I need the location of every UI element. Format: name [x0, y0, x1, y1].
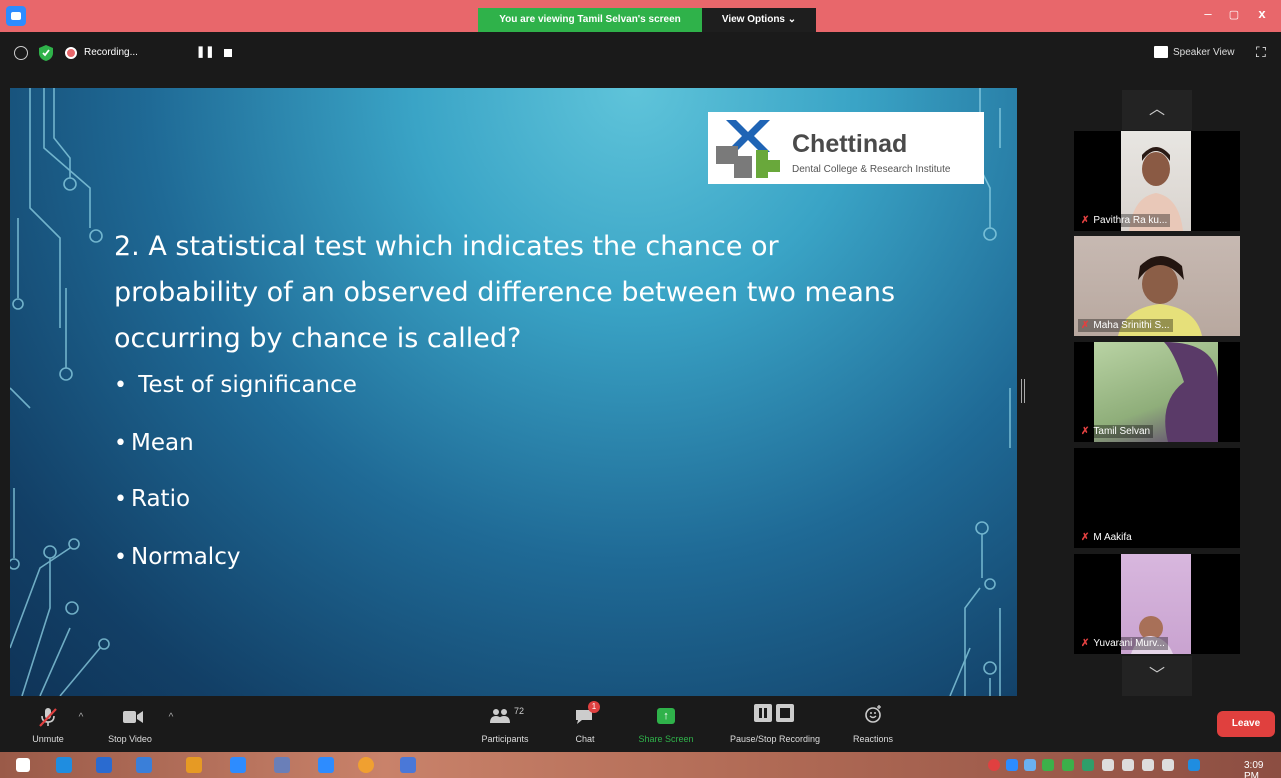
participant-tile[interactable]: ✗ Pavithra Ra ku... [1074, 131, 1240, 231]
folder-icon[interactable] [96, 757, 112, 773]
browser-icon[interactable] [56, 757, 72, 773]
chrome-icon[interactable] [358, 757, 374, 773]
store-icon[interactable] [136, 757, 152, 773]
app-icon-4[interactable] [400, 757, 416, 773]
share-arrow-icon: ↑ [657, 708, 675, 724]
scroll-up-button[interactable]: ︿ [1122, 90, 1192, 130]
pause-recording-icon[interactable]: ❚❚ [196, 45, 214, 58]
chat-badge: 1 [588, 701, 600, 713]
stop-video-label: Stop Video [108, 734, 152, 744]
speaker-view-icon[interactable] [1154, 46, 1168, 58]
pause-icon [754, 704, 772, 722]
option-item: • Ratio [114, 486, 191, 512]
video-camera-icon [123, 711, 143, 723]
participants-icon [490, 709, 510, 723]
tray-icon-3[interactable] [1024, 759, 1036, 771]
option-item: • Normalcy [114, 544, 241, 570]
recording-dot-icon [65, 47, 77, 59]
participant-name: ✗ Tamil Selvan [1078, 425, 1154, 438]
zoom-taskbar-icon[interactable] [318, 757, 334, 773]
pause-stop-recording-button[interactable]: Pause/Stop Recording [716, 696, 834, 752]
minimize-button[interactable]: – [1196, 6, 1220, 21]
logo-name: Chettinad [792, 130, 908, 158]
windows-taskbar: 3:09 PM [0, 752, 1281, 778]
chettinad-logo: Chettinad Dental College & Research Inst… [708, 112, 984, 184]
share-screen-button[interactable]: ↑ Share Screen [630, 696, 702, 752]
viewing-banner: You are viewing Tamil Selvan's screen [478, 8, 702, 32]
network-icon[interactable] [1162, 759, 1174, 771]
participants-button[interactable]: 72 Participants [476, 696, 534, 752]
volume-icon[interactable] [1122, 759, 1134, 771]
participant-tile[interactable]: ✗ M Aakifa [1074, 448, 1240, 548]
tray-icon-2[interactable] [1006, 759, 1018, 771]
notification-icon[interactable] [1188, 759, 1200, 771]
audio-options-caret[interactable]: ^ [76, 712, 86, 723]
participants-label: Participants [481, 734, 529, 744]
reactions-button[interactable]: Reactions [846, 696, 900, 752]
close-button[interactable]: x [1250, 6, 1274, 21]
scroll-down-button[interactable]: ﹀ [1122, 656, 1192, 696]
recording-status: Recording... [84, 47, 138, 58]
app-icon-2[interactable] [230, 757, 246, 773]
muted-mic-icon: ✗ [1081, 638, 1090, 649]
tray-icon-1[interactable] [988, 759, 1000, 771]
tray-icon-6[interactable] [1082, 759, 1094, 771]
participant-tile[interactable]: ✗ Tamil Selvan [1074, 342, 1240, 442]
app-icon-1[interactable] [186, 757, 202, 773]
zoom-app-icon [6, 6, 26, 26]
fullscreen-icon[interactable]: ⛶ [1256, 44, 1266, 61]
title-bar: You are viewing Tamil Selvan's screen Vi… [0, 0, 1281, 32]
muted-mic-icon: ✗ [1081, 320, 1090, 331]
panel-resize-handle[interactable] [1021, 379, 1025, 403]
participant-name: ✗ Yuvarani Murv... [1078, 637, 1168, 650]
stop-video-button[interactable]: Stop Video [102, 696, 158, 752]
participant-tile[interactable]: ✗ Maha Srinithi S... [1074, 236, 1240, 336]
taskbar-clock[interactable]: 3:09 PM [1244, 760, 1281, 778]
view-options-button[interactable]: View Options ⌄ [702, 8, 816, 32]
chat-button[interactable]: 1 Chat [566, 696, 604, 752]
option-item: • Mean [114, 430, 194, 456]
leave-button[interactable]: Leave [1217, 711, 1275, 737]
wifi-icon[interactable] [1142, 759, 1154, 771]
unmute-label: Unmute [32, 734, 64, 744]
unmute-button[interactable]: Unmute [26, 696, 70, 752]
meeting-top-bar: Recording... ❚❚ Speaker View ⛶ [0, 32, 1281, 78]
tray-icon-7[interactable] [1102, 759, 1114, 771]
muted-mic-icon: ✗ [1081, 215, 1090, 226]
share-screen-label: Share Screen [638, 734, 694, 744]
participant-tile[interactable]: ✗ Yuvarani Murv... [1074, 554, 1240, 654]
start-button-icon[interactable] [16, 758, 30, 772]
shared-screen-slide: Chettinad Dental College & Research Inst… [10, 88, 1017, 696]
speaker-view-button[interactable]: Speaker View [1173, 47, 1235, 58]
smiley-icon [865, 705, 881, 723]
reactions-label: Reactions [852, 734, 894, 744]
encryption-shield-icon[interactable] [38, 44, 54, 62]
video-options-caret[interactable]: ^ [166, 712, 176, 723]
zoom-window: { "titlebar": { "viewing_banner": "You a… [0, 0, 1281, 778]
participant-name: ✗ M Aakifa [1078, 531, 1135, 544]
participant-name: ✗ Maha Srinithi S... [1078, 319, 1173, 332]
maximize-button[interactable]: ▢ [1222, 8, 1246, 21]
muted-microphone-icon [39, 708, 57, 727]
participant-name: ✗ Pavithra Ra ku... [1078, 214, 1171, 227]
logo-mark-icon [716, 120, 780, 178]
meeting-info-icon[interactable] [14, 46, 28, 60]
muted-mic-icon: ✗ [1081, 532, 1090, 543]
option-item: • Test of significance [114, 372, 357, 398]
stop-recording-icon[interactable] [224, 49, 232, 57]
tray-icon-4[interactable] [1042, 759, 1054, 771]
pause-stop-recording-label: Pause/Stop Recording [729, 734, 821, 744]
meeting-controls: Unmute ^ Stop Video ^ 72 Participants 1 … [0, 696, 1281, 752]
slide-question: 2. A statistical test which indicates th… [114, 231, 896, 354]
muted-mic-icon: ✗ [1081, 426, 1090, 437]
app-icon-3[interactable] [274, 757, 290, 773]
chat-label: Chat [575, 734, 595, 744]
logo-subtitle: Dental College & Research Institute [792, 164, 951, 175]
tray-icon-5[interactable] [1062, 759, 1074, 771]
participants-count: 72 [514, 706, 525, 716]
stop-icon [776, 704, 794, 722]
